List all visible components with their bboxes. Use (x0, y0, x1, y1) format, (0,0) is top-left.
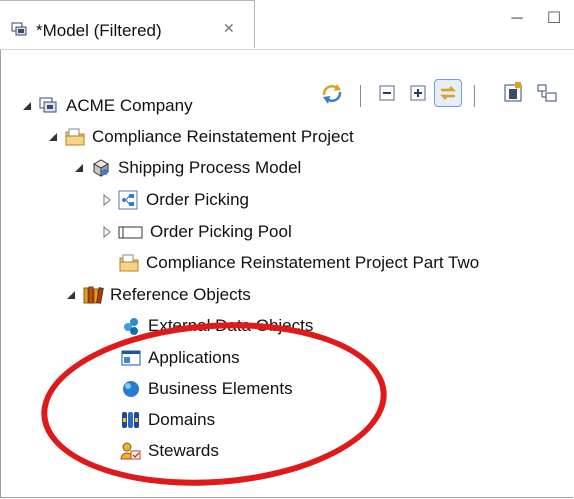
application-icon (120, 348, 142, 368)
view-tab-bar: *Model (Filtered) ✕ ─ ☐ (0, 0, 574, 50)
toolbar-separator (474, 85, 475, 107)
tree-node-compliance-project-part-two[interactable]: Compliance Reinstatement Project Part Tw… (102, 249, 479, 277)
tree-node-label: ACME Company (66, 96, 193, 115)
expanded-twisty-icon[interactable] (46, 130, 60, 144)
pool-icon (118, 222, 144, 242)
tree-node-acme-company[interactable]: ACME Company (20, 92, 193, 120)
sync-icon[interactable] (318, 79, 346, 107)
tree-node-label: Reference Objects (110, 285, 251, 304)
tree-node-label: External Data Objects (148, 316, 314, 335)
tree-node-stewards[interactable]: Stewards (104, 437, 219, 465)
tree-node-label: Domains (148, 410, 216, 429)
project-folder-icon (118, 253, 140, 273)
library-icon (82, 285, 104, 305)
collapsed-twisty-icon[interactable] (100, 193, 114, 207)
tree-node-label: Stewards (148, 441, 219, 460)
link-with-editor-icon[interactable] (434, 79, 462, 107)
tree-node-shipping-process-model[interactable]: Shipping Process Model (72, 154, 301, 182)
maximize-icon[interactable]: ☐ (545, 10, 563, 28)
domain-icon (120, 410, 142, 430)
enterprise-icon (38, 96, 60, 116)
tree-node-external-data-objects[interactable]: External Data Objects (104, 312, 313, 340)
tab-title: *Model (Filtered) (36, 21, 162, 40)
process-diagram-icon (118, 190, 140, 210)
data-objects-icon (120, 316, 142, 336)
business-element-icon (120, 379, 142, 399)
tab-model-filtered[interactable]: *Model (Filtered) ✕ (0, 0, 255, 48)
tree-node-reference-objects[interactable]: Reference Objects (64, 281, 251, 309)
tree-node-label: Compliance Reinstatement Project (92, 127, 354, 146)
tree-node-order-picking[interactable]: Order Picking (100, 186, 249, 214)
tree-node-applications[interactable]: Applications (104, 344, 240, 372)
layout-icon[interactable] (533, 79, 561, 107)
tree-node-business-elements[interactable]: Business Elements (104, 375, 293, 403)
tree-node-label: Shipping Process Model (118, 158, 302, 177)
new-model-icon[interactable] (500, 79, 528, 107)
collapsed-twisty-icon[interactable] (100, 225, 114, 239)
expanded-twisty-icon[interactable] (20, 99, 34, 113)
tree-node-label: Compliance Reinstatement Project Part Tw… (146, 253, 480, 272)
tree-node-label: Order Picking Pool (150, 222, 292, 241)
process-model-icon (90, 158, 112, 178)
tree-node-order-picking-pool[interactable]: Order Picking Pool (100, 218, 292, 246)
expand-all-icon[interactable] (405, 79, 433, 107)
expanded-twisty-icon[interactable] (64, 288, 78, 302)
project-folder-icon (64, 127, 86, 147)
close-icon[interactable]: ✕ (223, 20, 235, 37)
tree-node-label: Order Picking (146, 190, 249, 209)
tree-node-domains[interactable]: Domains (104, 406, 215, 434)
minimize-icon[interactable]: ─ (508, 10, 526, 28)
tree-node-compliance-project[interactable]: Compliance Reinstatement Project (46, 123, 354, 151)
tree-node-label: Applications (148, 348, 240, 367)
steward-icon (120, 441, 142, 461)
expanded-twisty-icon[interactable] (72, 161, 86, 175)
collapse-all-icon[interactable] (374, 79, 402, 107)
tree-node-label: Business Elements (148, 379, 293, 398)
toolbar-separator (360, 85, 361, 107)
model-view-icon (11, 22, 29, 38)
